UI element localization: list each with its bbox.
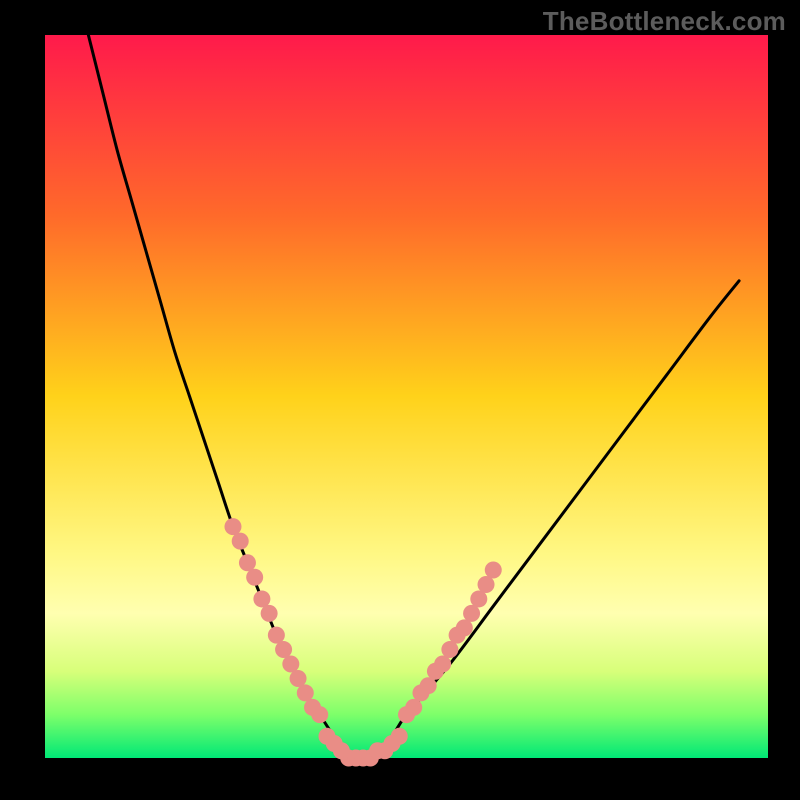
dot-highlight-dots-left bbox=[290, 670, 307, 687]
dot-highlight-dots-left bbox=[311, 706, 328, 723]
dot-highlight-dots-left bbox=[261, 605, 278, 622]
dot-highlight-dots-left bbox=[282, 656, 299, 673]
dot-highlight-dots-right bbox=[441, 641, 458, 658]
chart-frame: TheBottleneck.com bbox=[0, 0, 800, 800]
dot-highlight-dots-left bbox=[297, 684, 314, 701]
dot-highlight-dots-left bbox=[253, 590, 270, 607]
dot-highlight-dots-left bbox=[268, 627, 285, 644]
dot-highlight-dots-right bbox=[485, 562, 502, 579]
dot-highlight-dots-right bbox=[478, 576, 495, 593]
dot-highlight-dots-right bbox=[405, 699, 422, 716]
dot-highlight-dots-left bbox=[246, 569, 263, 586]
dot-highlight-dots-left bbox=[239, 554, 256, 571]
dot-highlight-dots-right bbox=[420, 677, 437, 694]
dot-highlight-dots-right bbox=[463, 605, 480, 622]
dot-highlight-dots-right bbox=[456, 619, 473, 636]
watermark-text: TheBottleneck.com bbox=[543, 6, 786, 37]
dot-highlight-dots-left bbox=[232, 533, 249, 550]
dot-highlight-dots-floor bbox=[391, 728, 408, 745]
dot-highlight-dots-left bbox=[224, 518, 241, 535]
dot-highlight-dots-right bbox=[434, 656, 451, 673]
dot-highlight-dots-left bbox=[275, 641, 292, 658]
bottleneck-chart bbox=[0, 0, 800, 800]
chart-plot-area bbox=[45, 35, 768, 758]
dot-highlight-dots-right bbox=[470, 590, 487, 607]
